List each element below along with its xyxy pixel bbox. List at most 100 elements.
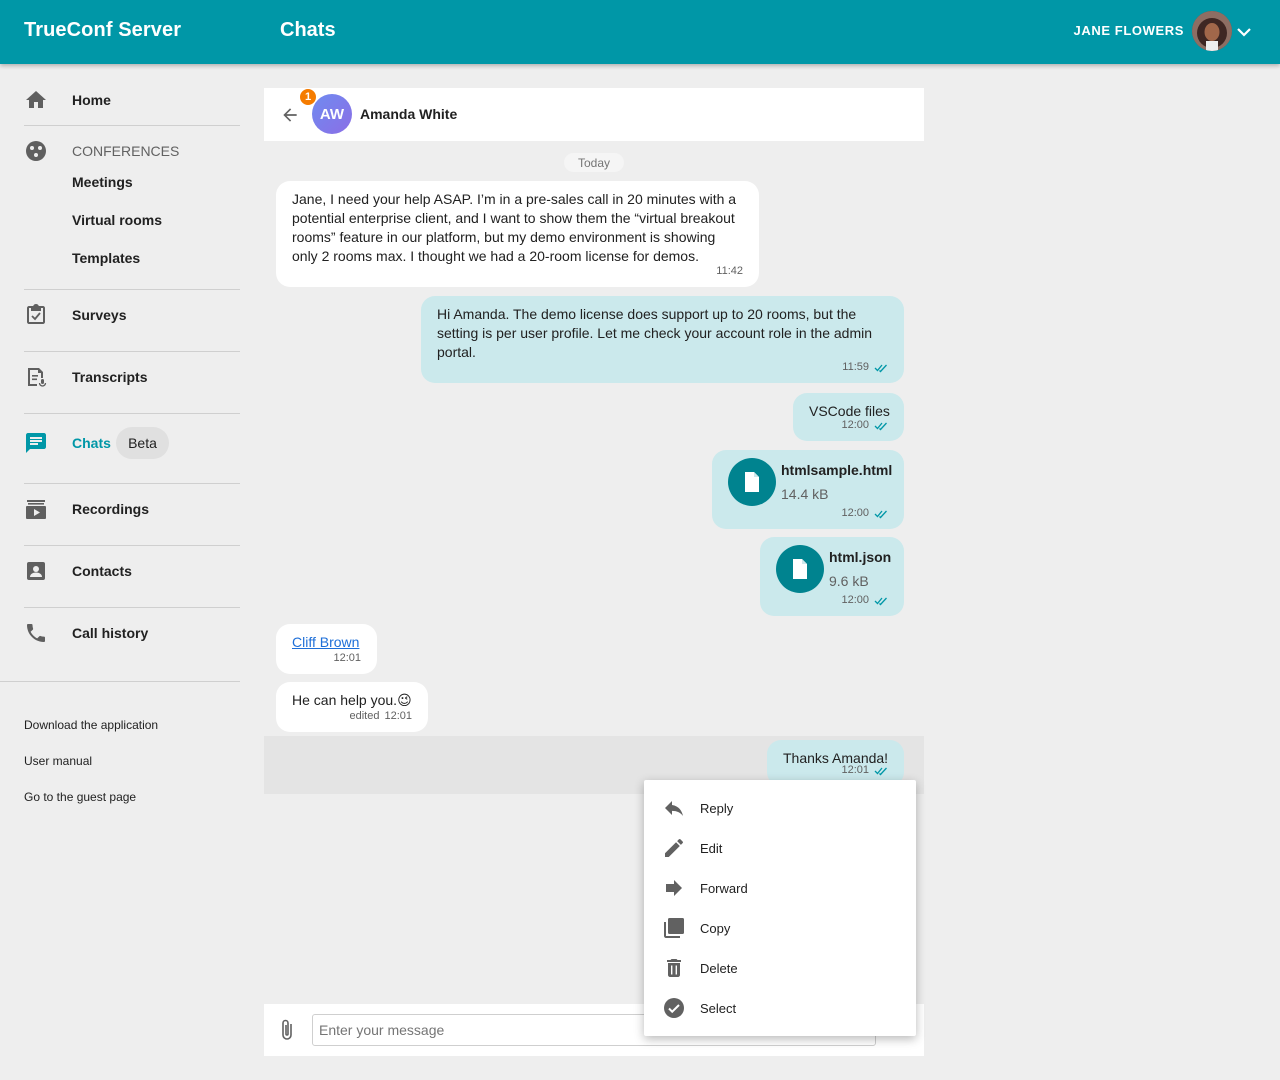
sidebar-item-label: Transcripts — [72, 369, 148, 385]
double-check-icon — [874, 422, 887, 430]
sidebar-item-home[interactable]: Home — [24, 88, 240, 112]
user-manual-link[interactable]: User manual — [24, 754, 92, 768]
divider — [24, 289, 240, 290]
menu-item-select[interactable]: Select — [644, 988, 916, 1028]
menu-item-label: Forward — [700, 881, 748, 896]
transcript-icon — [28, 368, 47, 387]
sidebar-item-virtual-rooms[interactable]: Virtual rooms — [72, 212, 162, 228]
chat-icon — [26, 433, 46, 453]
sidebar-item-transcripts[interactable]: Transcripts — [24, 365, 240, 389]
double-check-icon — [874, 364, 887, 372]
date-divider: Today — [564, 153, 624, 172]
message-bubble-incoming[interactable]: He can help you.😉 edited 12:01 — [276, 682, 428, 732]
divider — [24, 413, 240, 414]
user-avatar[interactable] — [1192, 11, 1232, 51]
sidebar-item-meetings[interactable]: Meetings — [72, 174, 133, 190]
message-bubble-incoming[interactable]: Cliff Brown 12:01 — [276, 624, 377, 674]
message-meta: 11:42 — [716, 262, 743, 281]
pencil-icon — [665, 838, 684, 857]
message-meta: edited 12:01 — [349, 707, 412, 726]
divider — [24, 483, 240, 484]
contact-avatar[interactable]: AW — [312, 94, 352, 134]
file-message-bubble[interactable]: html.json 9.6 kB 12:00 — [760, 537, 904, 616]
unread-badge: 1 — [299, 88, 317, 106]
message-time: 12:00 — [841, 419, 869, 431]
divider — [24, 607, 240, 608]
document-icon — [793, 559, 807, 579]
download-app-link[interactable]: Download the application — [24, 718, 158, 732]
chat-header: AW 1 Amanda White — [264, 88, 924, 141]
message-meta: 12:00 — [841, 591, 888, 610]
file-name: html.json — [829, 549, 892, 565]
message-time: 12:00 — [841, 507, 869, 519]
page-title: Chats — [280, 19, 336, 41]
menu-item-reply[interactable]: Reply — [644, 788, 916, 828]
divider — [24, 351, 240, 352]
message-meta: 11:59 — [842, 358, 888, 377]
file-download-button[interactable] — [728, 458, 776, 506]
divider — [0, 681, 240, 682]
sidebar-item-contacts[interactable]: Contacts — [24, 559, 240, 583]
divider — [24, 125, 240, 126]
message-context-menu: Reply Edit Forward Copy Delete Select — [644, 780, 916, 1036]
user-name[interactable]: JANE FLOWERS — [1074, 23, 1184, 38]
sidebar-item-label: Recordings — [72, 501, 150, 517]
sidebar-item-call-history[interactable]: Call history — [24, 621, 240, 645]
clipboard-check-icon — [27, 304, 45, 324]
conferences-section-label: CONFERENCES — [72, 143, 180, 159]
message-time: 12:01 — [384, 710, 412, 722]
sidebar-item-surveys[interactable]: Surveys — [24, 303, 240, 327]
sidebar-item-label: Call history — [72, 625, 149, 641]
message-time: 12:01 — [333, 652, 361, 664]
document-icon — [745, 472, 759, 492]
menu-item-edit[interactable]: Edit — [644, 828, 916, 868]
file-name: htmlsample.html — [781, 462, 893, 478]
app-title[interactable]: TrueConf Server — [24, 19, 181, 42]
divider — [24, 545, 240, 546]
menu-item-delete[interactable]: Delete — [644, 948, 916, 988]
message-bubble-outgoing[interactable]: Hi Amanda. The demo license does support… — [421, 296, 904, 383]
menu-item-label: Edit — [700, 841, 723, 856]
file-message-bubble[interactable]: htmlsample.html 14.4 kB 12:00 — [712, 450, 904, 529]
message-bubble-incoming[interactable]: Jane, I need your help ASAP. I’m in a pr… — [276, 181, 759, 287]
copy-icon — [664, 918, 684, 938]
trash-icon — [667, 959, 681, 977]
menu-item-label: Copy — [700, 921, 731, 936]
sidebar-item-label: Chats — [72, 435, 111, 451]
message-time: 11:59 — [842, 361, 869, 373]
sidebar-item-templates[interactable]: Templates — [72, 250, 140, 266]
menu-item-label: Select — [700, 1001, 737, 1016]
menu-item-label: Delete — [700, 961, 738, 976]
message-meta: 12:01 — [841, 761, 888, 780]
message-bubble-outgoing[interactable]: VSCode files 12:00 — [793, 393, 904, 441]
double-check-icon — [874, 597, 887, 605]
message-text: Jane, I need your help ASAP. I’m in a pr… — [292, 191, 737, 264]
double-check-icon — [874, 767, 887, 775]
sidebar-item-label: Contacts — [72, 563, 132, 579]
paperclip-icon[interactable] — [278, 1017, 298, 1043]
sidebar-item-label: Surveys — [72, 307, 127, 323]
back-arrow-icon[interactable] — [280, 105, 300, 125]
chevron-down-icon[interactable] — [1236, 20, 1252, 44]
file-download-button[interactable] — [776, 545, 824, 593]
sidebar-item-recordings[interactable]: Recordings — [24, 497, 240, 521]
message-text: Hi Amanda. The demo license does support… — [437, 306, 872, 360]
sidebar: Home CONFERENCES Meetings Virtual rooms … — [0, 64, 264, 1080]
edited-label: edited — [349, 710, 380, 722]
menu-item-forward[interactable]: Forward — [644, 868, 916, 908]
beta-badge: Beta — [116, 427, 169, 459]
forward-icon — [666, 880, 682, 896]
message-time: 12:01 — [841, 764, 869, 776]
conferences-icon — [26, 141, 46, 161]
recordings-icon — [26, 500, 46, 519]
message-time: 12:00 — [841, 594, 869, 606]
menu-item-copy[interactable]: Copy — [644, 908, 916, 948]
reply-icon — [665, 801, 683, 816]
double-check-icon — [874, 510, 887, 518]
message-meta: 12:00 — [841, 504, 888, 523]
message-time: 11:42 — [716, 265, 743, 277]
file-size: 9.6 kB — [829, 573, 869, 589]
menu-item-label: Reply — [700, 801, 734, 816]
guest-page-link[interactable]: Go to the guest page — [24, 790, 136, 804]
contact-name[interactable]: Amanda White — [360, 106, 457, 122]
